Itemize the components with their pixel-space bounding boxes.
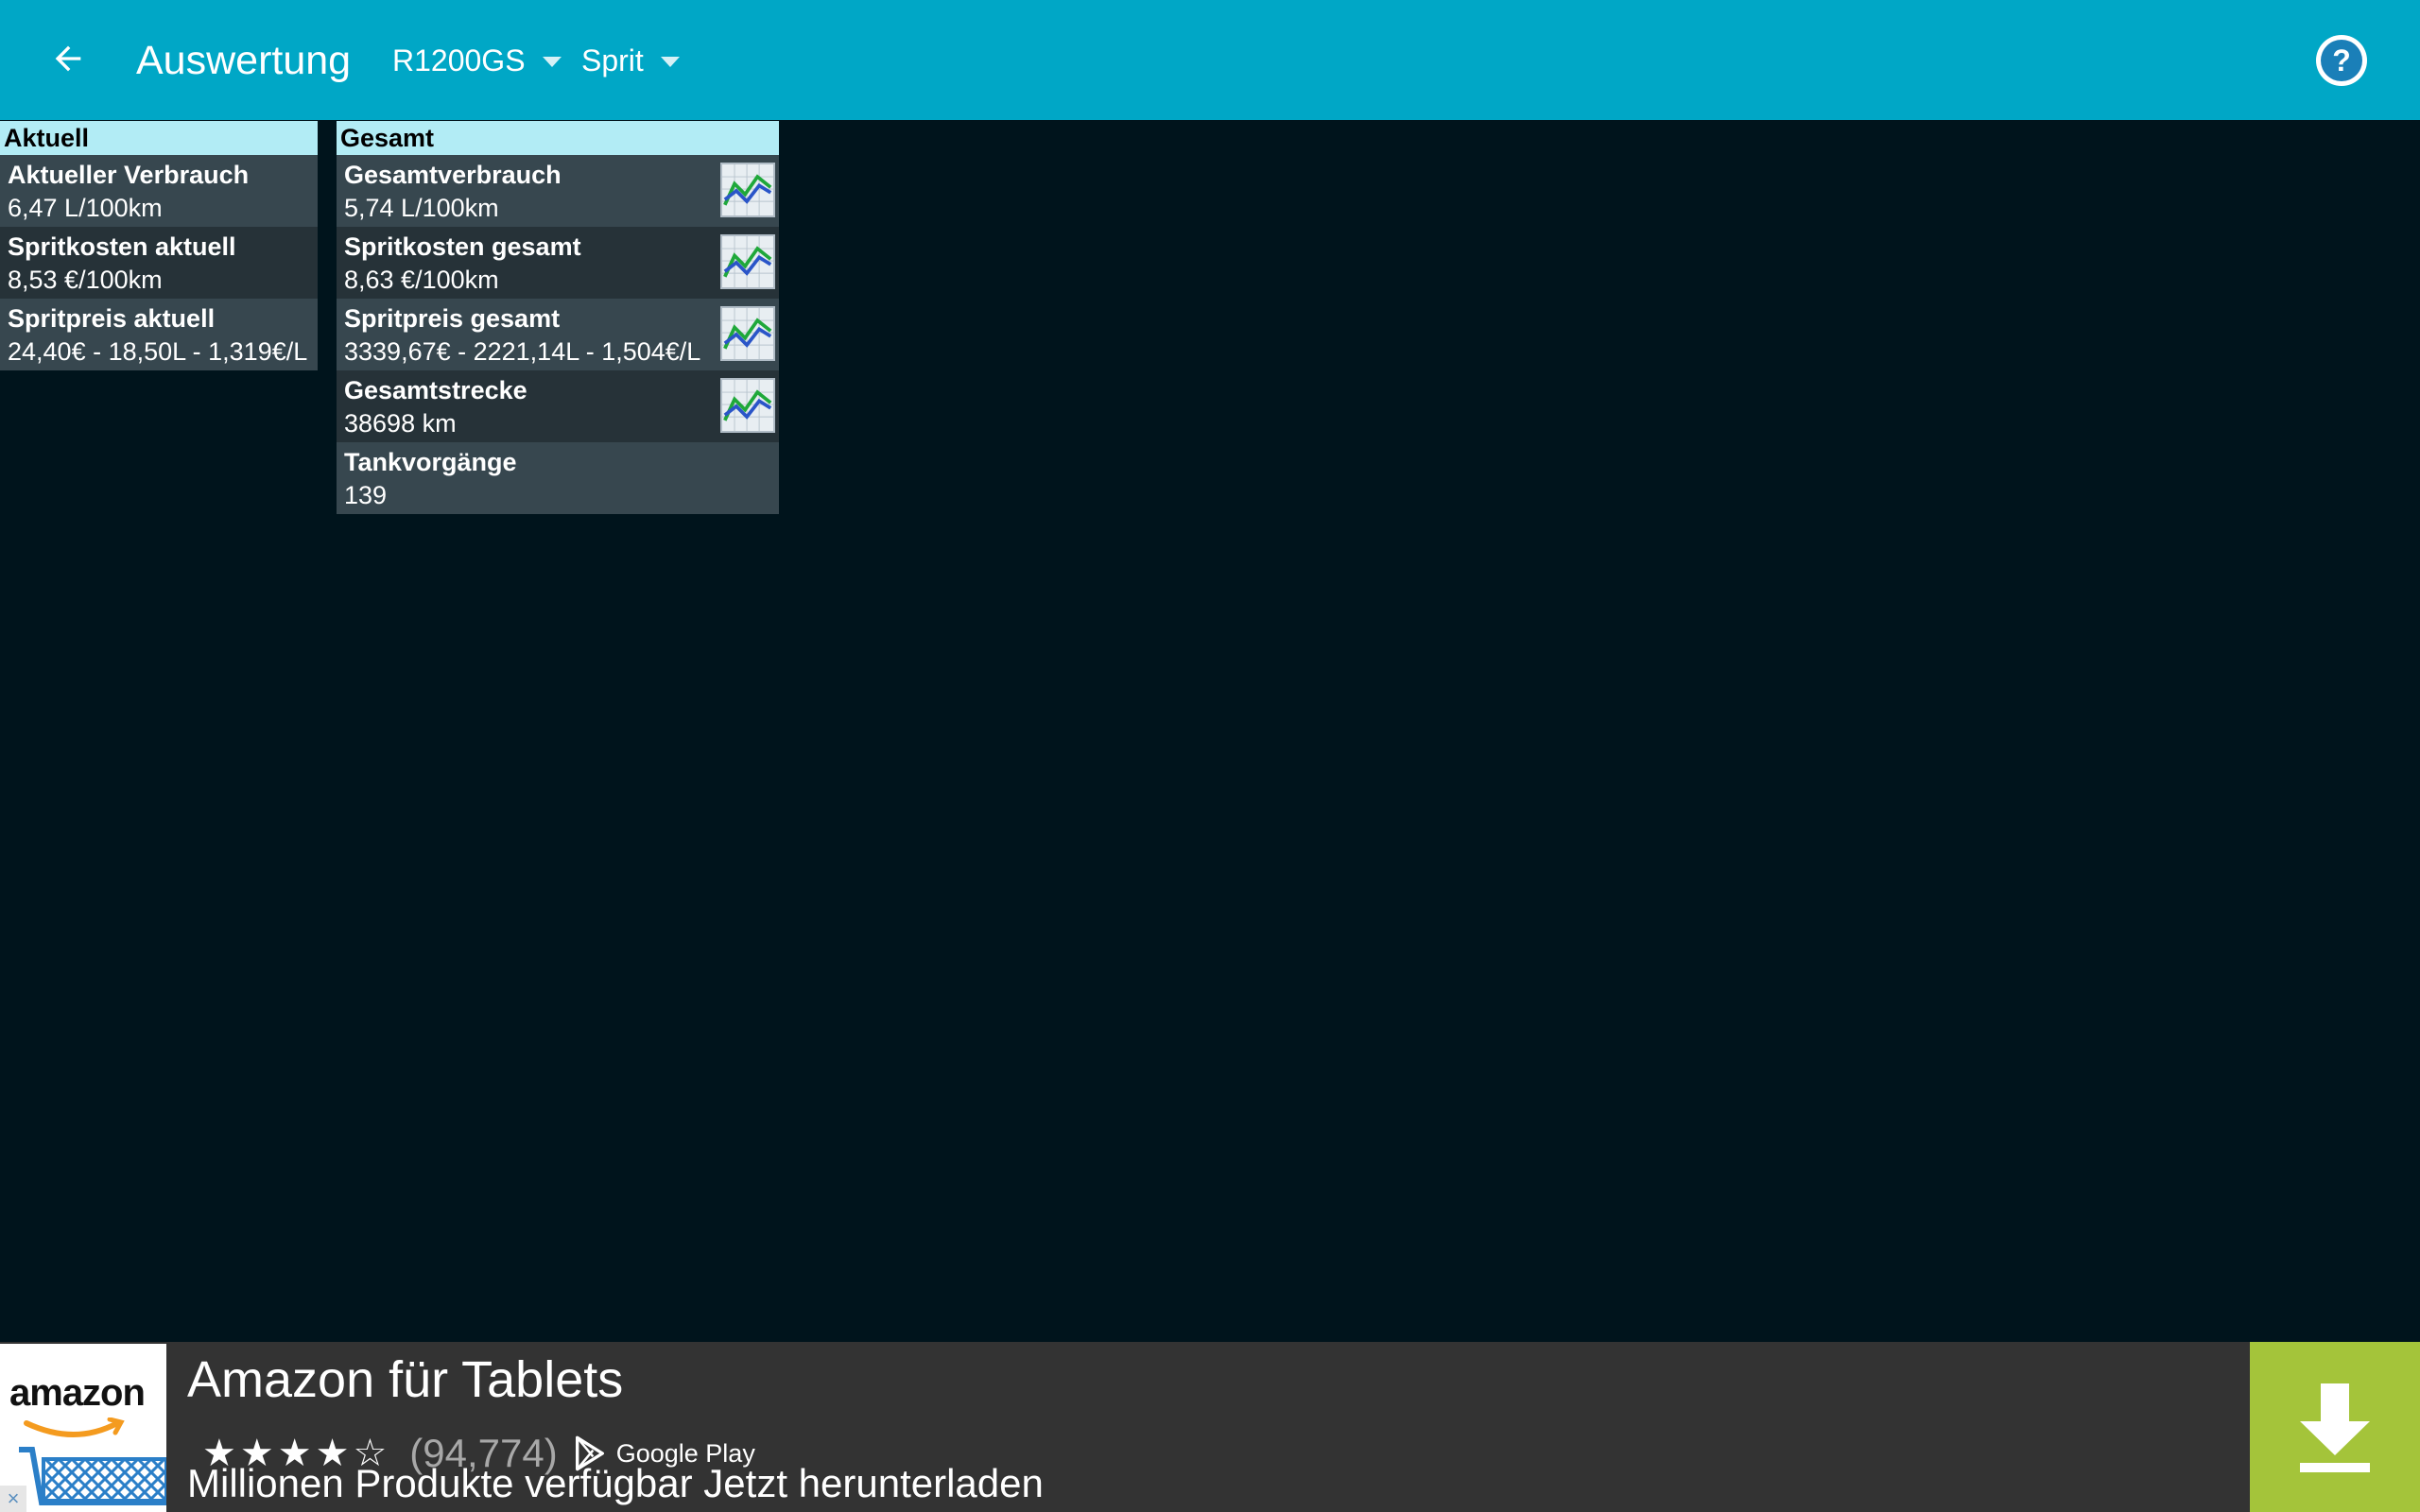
arrow-left-icon (55, 45, 81, 72)
current-stats-panel: Aktuell Aktueller Verbrauch 6,47 L/100km… (0, 121, 318, 370)
total-stats-panel: Gesamt Gesamtverbrauch 5,74 L/100km Spri… (337, 121, 779, 514)
ad-close-button[interactable]: × (0, 1486, 26, 1512)
stat-label: Gesamtverbrauch (344, 161, 562, 189)
stat-label: Spritpreis aktuell (8, 304, 216, 333)
help-button[interactable]: ? (2316, 35, 2367, 86)
stat-total-price: Spritpreis gesamt 3339,67€ - 2221,14L - … (337, 299, 779, 370)
stat-label: Spritkosten gesamt (344, 232, 581, 261)
stat-total-cost: Spritkosten gesamt 8,63 €/100km (337, 227, 779, 299)
amazon-logo-text: amazon (9, 1372, 146, 1414)
vehicle-dropdown[interactable]: R1200GS (392, 38, 562, 83)
stat-value: 38698 km (344, 409, 457, 438)
line-chart-icon (722, 308, 773, 359)
type-dropdown[interactable]: Sprit (581, 38, 680, 83)
stat-value: 6,47 L/100km (8, 194, 163, 222)
line-chart-icon (722, 236, 773, 287)
stat-current-cost: Spritkosten aktuell 8,53 €/100km (0, 227, 318, 299)
graph-button[interactable] (720, 163, 775, 217)
graph-button[interactable] (720, 378, 775, 433)
ad-subtitle: Millionen Produkte verfügbar Jetzt herun… (187, 1461, 1044, 1505)
back-button[interactable] (43, 34, 93, 83)
ad-banner[interactable]: amazon Amazon für Tablets ★★★★☆ (94,774)… (0, 1342, 2420, 1512)
download-arrow-icon (2300, 1383, 2370, 1472)
caret-down-icon (660, 56, 680, 67)
stat-value: 3339,67€ - 2221,14L - 1,504€/L (344, 337, 701, 366)
vehicle-dropdown-value: R1200GS (392, 43, 526, 77)
stat-label: Aktueller Verbrauch (8, 161, 250, 189)
stat-label: Tankvorgänge (344, 448, 517, 476)
stat-current-consumption: Aktueller Verbrauch 6,47 L/100km (0, 155, 318, 227)
stat-value: 139 (344, 481, 388, 509)
stat-total-refuels: Tankvorgänge 139 (337, 442, 779, 514)
stat-value: 8,63 €/100km (344, 266, 499, 294)
stat-total-distance: Gesamtstrecke 38698 km (337, 370, 779, 442)
graph-button[interactable] (720, 306, 775, 361)
stat-value: 8,53 €/100km (8, 266, 163, 294)
stat-label: Gesamtstrecke (344, 376, 527, 404)
question-mark-icon: ? (2321, 40, 2362, 81)
stat-total-consumption: Gesamtverbrauch 5,74 L/100km (337, 155, 779, 227)
app-bar: Auswertung R1200GS Sprit ? (0, 0, 2420, 120)
page-title: Auswertung (136, 38, 352, 83)
total-header: Gesamt (337, 121, 779, 155)
stat-label: Spritpreis gesamt (344, 304, 561, 333)
line-chart-icon (722, 380, 773, 431)
graph-button[interactable] (720, 234, 775, 289)
line-chart-icon (722, 164, 773, 215)
stat-label: Spritkosten aktuell (8, 232, 236, 261)
stat-value: 5,74 L/100km (344, 194, 499, 222)
shopping-cart-icon (19, 1447, 166, 1505)
type-dropdown-value: Sprit (581, 43, 644, 77)
smile-arrow-icon (24, 1418, 125, 1437)
stat-value: 24,40€ - 18,50L - 1,319€/L (8, 337, 308, 366)
stat-current-price: Spritpreis aktuell 24,40€ - 18,50L - 1,3… (0, 299, 318, 370)
ad-title: Amazon für Tablets (187, 1351, 624, 1408)
current-header: Aktuell (0, 121, 318, 155)
download-button[interactable] (2250, 1342, 2420, 1512)
caret-down-icon (542, 56, 562, 67)
